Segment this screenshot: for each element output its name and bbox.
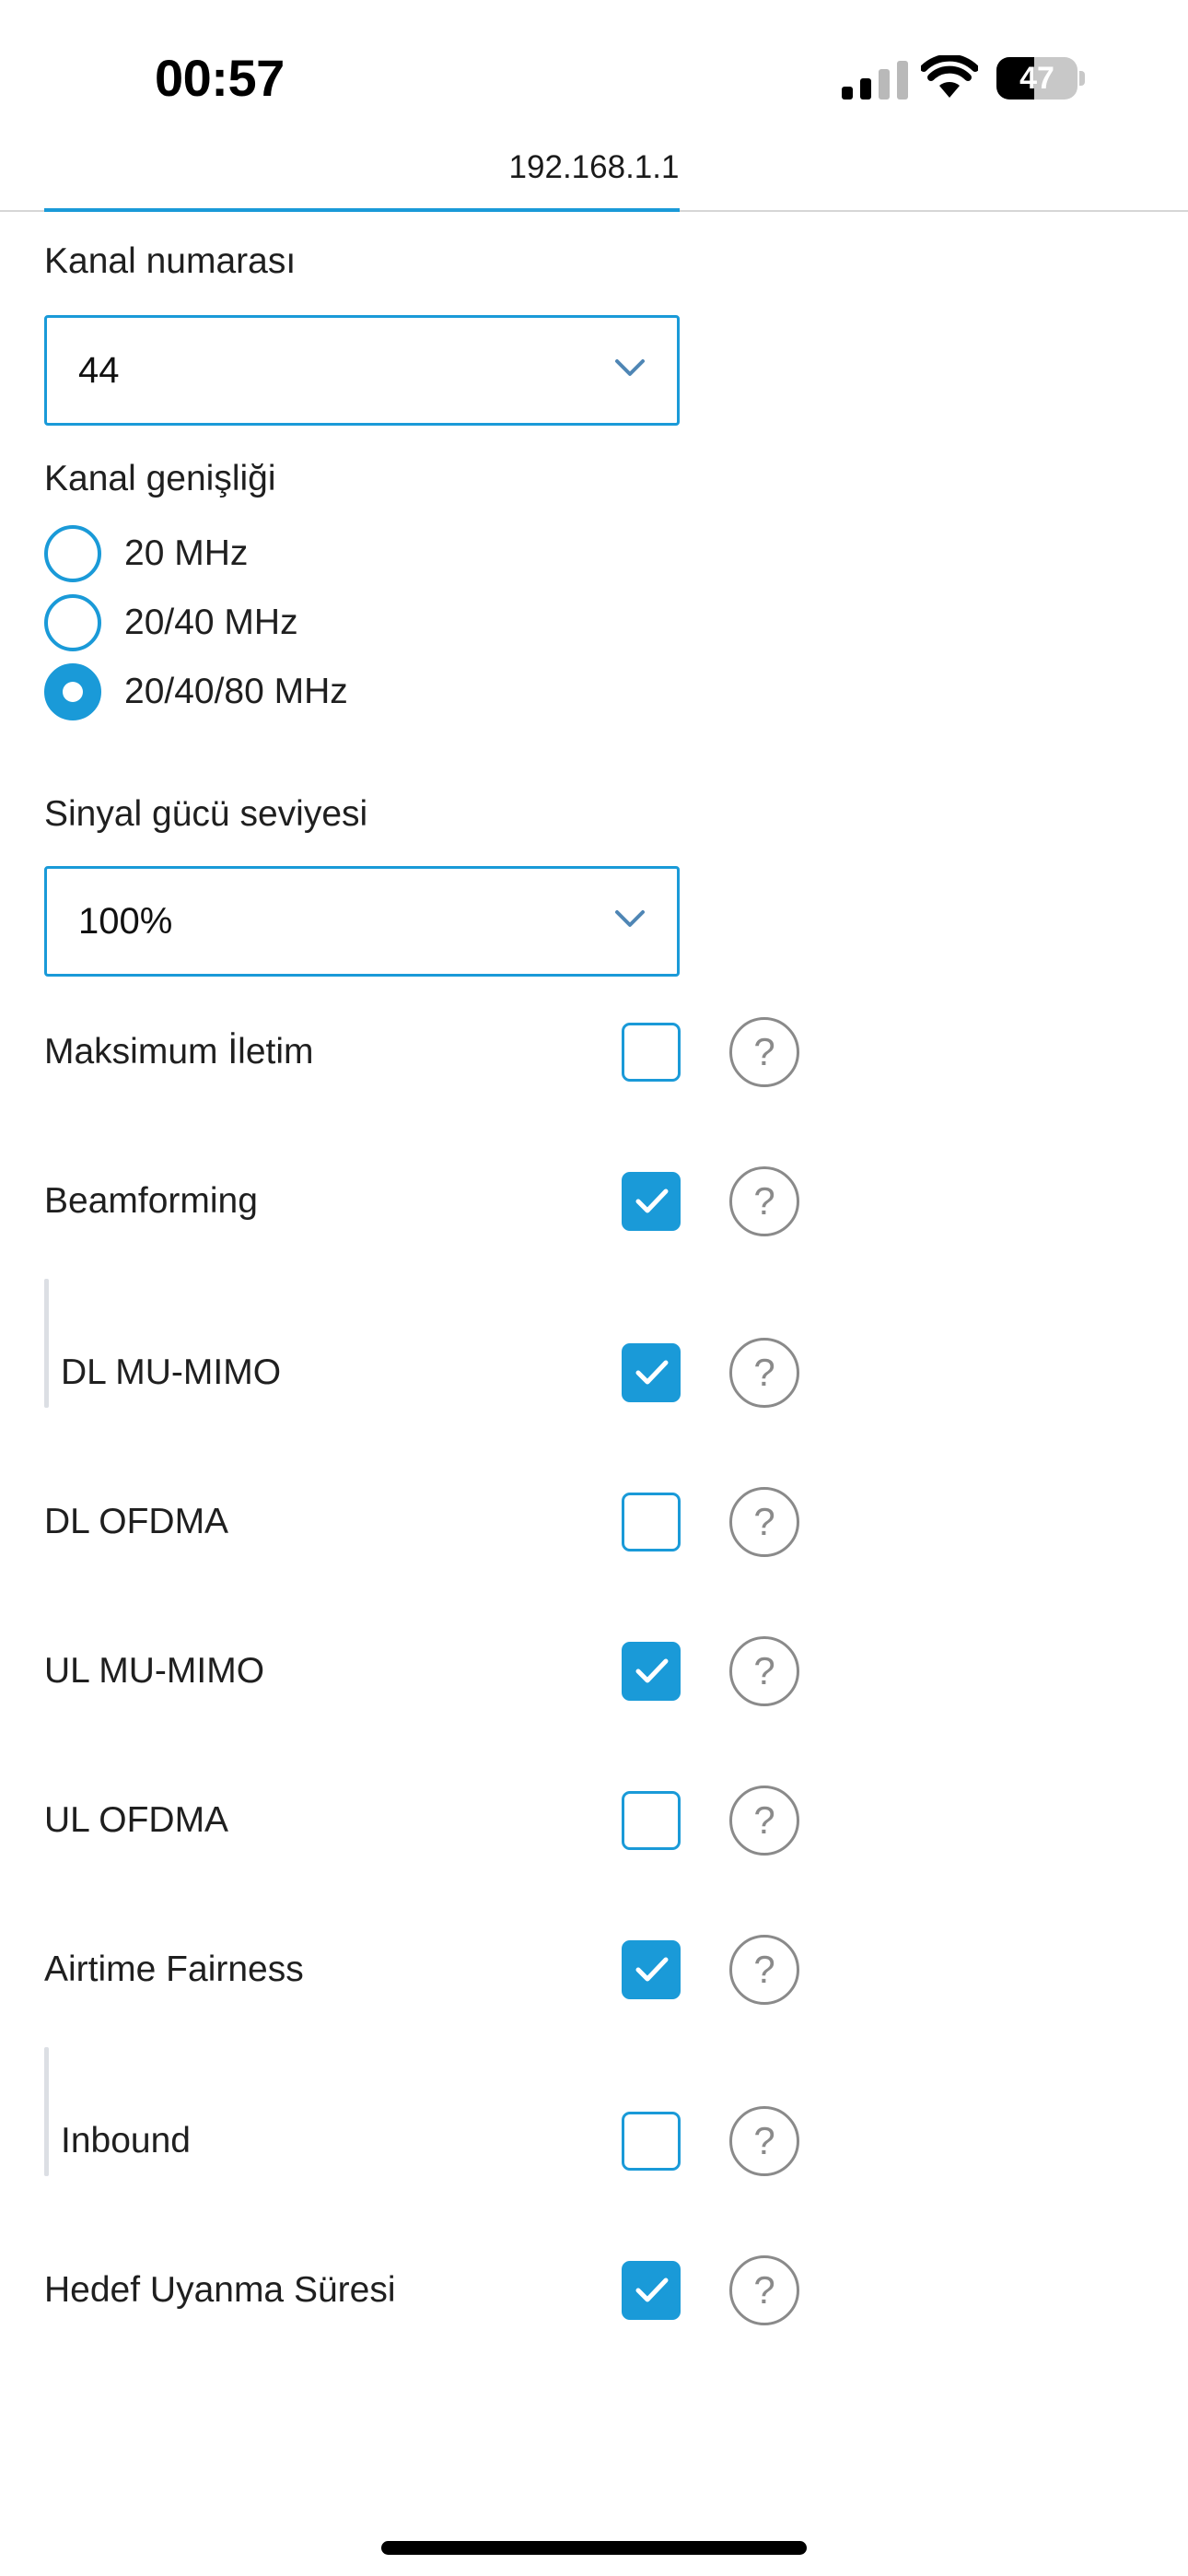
channel-width-option[interactable]: 20/40/80 MHz <box>44 663 597 722</box>
option-label: DL MU-MIMO <box>61 1352 282 1392</box>
option-row: Beamforming? <box>44 1166 818 1236</box>
chevron-down-icon <box>615 359 645 376</box>
option-row: Airtime Fairness? <box>44 1935 818 2005</box>
signal-strength-label: Sinyal gücü seviyesi <box>44 794 368 834</box>
cellular-signal-icon <box>842 61 908 100</box>
option-checkbox[interactable] <box>622 1940 681 1999</box>
option-row: Inbound? <box>44 2106 818 2176</box>
channel-number-value: 44 <box>78 350 120 391</box>
question-circle-icon[interactable]: ? <box>729 2106 799 2176</box>
home-indicator[interactable] <box>381 2541 807 2555</box>
radio-button-selected[interactable] <box>44 663 101 720</box>
address-bar-url[interactable]: 192.168.1.1 <box>0 149 1188 186</box>
question-circle-icon[interactable]: ? <box>729 1786 799 1856</box>
option-label: Inbound <box>61 2121 191 2160</box>
signal-strength-select[interactable]: 100% <box>44 866 680 977</box>
question-circle-icon[interactable]: ? <box>729 1935 799 2005</box>
wifi-icon <box>921 55 978 98</box>
question-circle-icon[interactable]: ? <box>729 2255 799 2325</box>
question-circle-icon[interactable]: ? <box>729 1017 799 1087</box>
radio-label: 20 MHz <box>124 533 249 573</box>
status-time: 00:57 <box>155 49 285 107</box>
option-checkbox[interactable] <box>622 2112 681 2171</box>
checkmark-icon <box>635 1957 669 1982</box>
checkmark-icon <box>635 1658 669 1683</box>
question-circle-icon[interactable]: ? <box>729 1487 799 1557</box>
option-checkbox[interactable] <box>622 1343 681 1402</box>
channel-number-label: Kanal numarası <box>44 241 297 281</box>
signal-strength-value: 100% <box>78 901 173 942</box>
option-row: Maksimum İletim? <box>44 1017 818 1087</box>
option-row: Hedef Uyanma Süresi? <box>44 2255 818 2325</box>
radio-label: 20/40 MHz <box>124 603 298 642</box>
option-row: DL OFDMA? <box>44 1487 818 1557</box>
channel-width-label: Kanal genişliği <box>44 459 276 498</box>
previous-field-bottom-edge <box>44 208 680 212</box>
battery-icon: 47 <box>996 57 1085 100</box>
option-checkbox[interactable] <box>622 1791 681 1850</box>
option-checkbox[interactable] <box>622 1172 681 1231</box>
checkmark-icon <box>635 2277 669 2302</box>
radio-button[interactable] <box>44 525 101 582</box>
option-label: UL OFDMA <box>44 1800 229 1840</box>
option-checkbox[interactable] <box>622 1023 681 1082</box>
chevron-down-icon <box>615 910 645 927</box>
option-checkbox[interactable] <box>622 1642 681 1701</box>
checkmark-icon <box>635 1188 669 1213</box>
question-circle-icon[interactable]: ? <box>729 1636 799 1706</box>
checkmark-icon <box>635 1360 669 1385</box>
channel-number-select[interactable]: 44 <box>44 315 680 426</box>
option-row: UL OFDMA? <box>44 1786 818 1856</box>
battery-percentage: 47 <box>1019 61 1054 96</box>
radio-label: 20/40/80 MHz <box>124 672 348 711</box>
question-circle-icon[interactable]: ? <box>729 1338 799 1408</box>
option-row: DL MU-MIMO? <box>44 1338 818 1408</box>
channel-width-option[interactable]: 20/40 MHz <box>44 594 597 653</box>
option-label: Hedef Uyanma Süresi <box>44 2270 396 2310</box>
option-label: DL OFDMA <box>44 1502 229 1541</box>
channel-width-option[interactable]: 20 MHz <box>44 525 597 584</box>
option-checkbox[interactable] <box>622 2261 681 2320</box>
option-label: Airtime Fairness <box>44 1950 304 1989</box>
radio-button[interactable] <box>44 594 101 651</box>
option-checkbox[interactable] <box>622 1493 681 1551</box>
question-circle-icon[interactable]: ? <box>729 1166 799 1236</box>
option-label: UL MU-MIMO <box>44 1651 265 1691</box>
option-label: Beamforming <box>44 1181 258 1221</box>
option-label: Maksimum İletim <box>44 1032 314 1071</box>
option-row: UL MU-MIMO? <box>44 1636 818 1706</box>
